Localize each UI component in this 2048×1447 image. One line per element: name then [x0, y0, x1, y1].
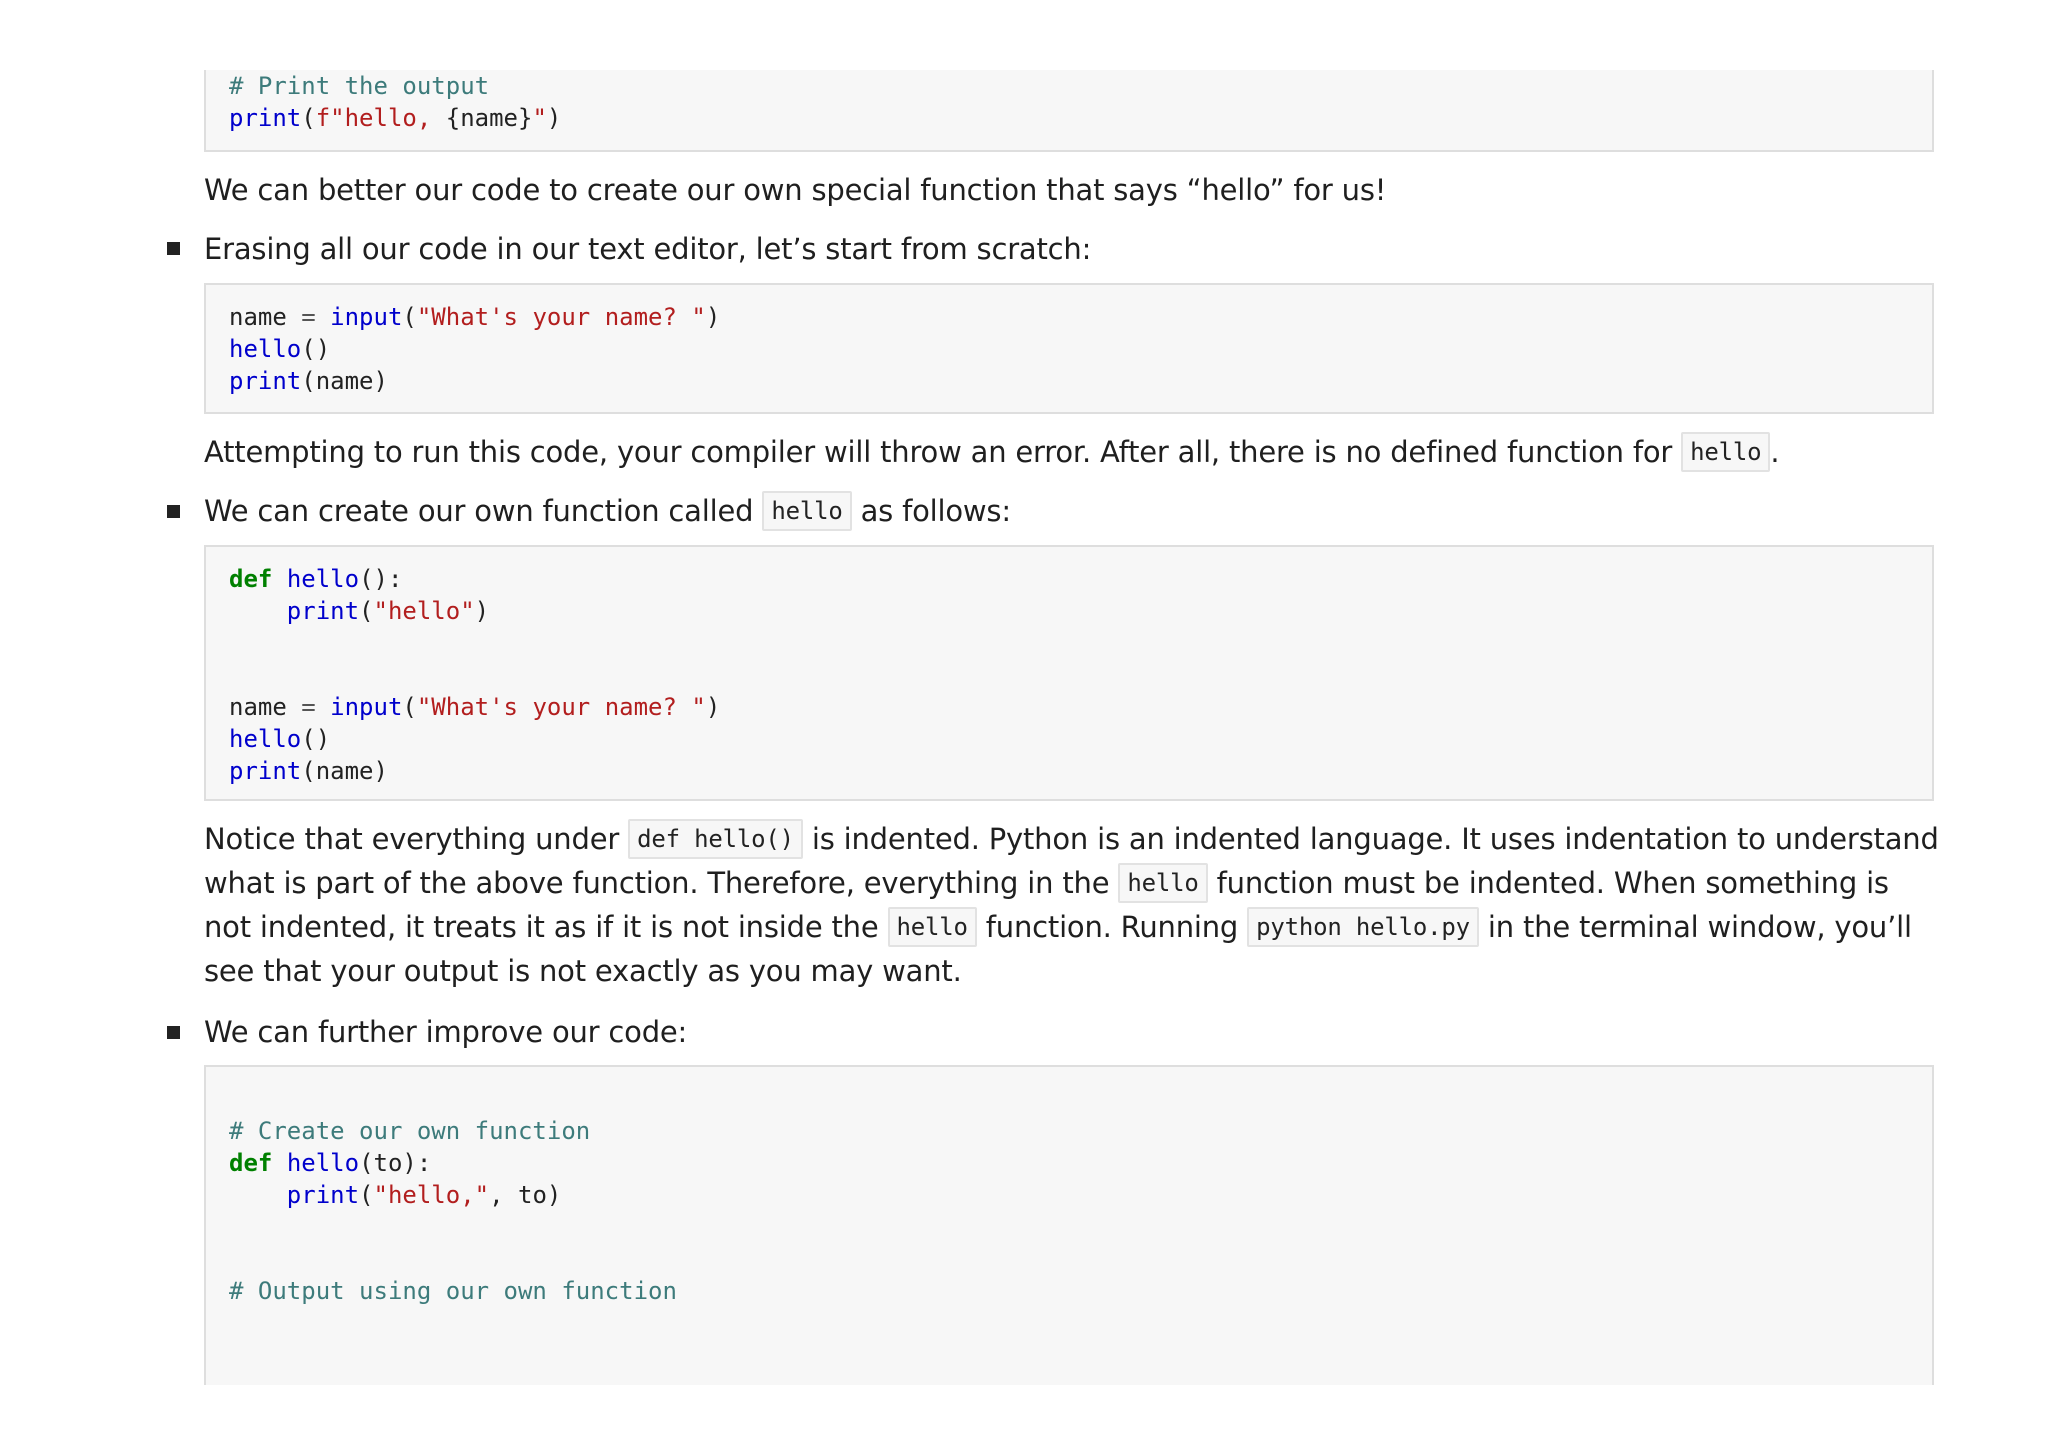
attempt-text-after: .: [1770, 435, 1780, 469]
notice-text-4: function. Running: [976, 910, 1248, 944]
code-token-comment: # Output using our own function: [229, 1277, 677, 1305]
code-token-plain: (name): [301, 367, 388, 395]
code-token-plain: (): [301, 725, 331, 753]
code-token-plain: (: [359, 597, 374, 625]
code-token-keyword: def: [229, 565, 273, 593]
code-token-func: hello: [286, 1149, 360, 1177]
code-token-string: "hello": [373, 597, 475, 625]
create-text-after: as follows:: [851, 494, 1012, 528]
code-token-op: =: [301, 303, 316, 331]
paragraph-better-code: We can better our code to create our own…: [204, 173, 1387, 207]
code-token-string: "hello,": [373, 1181, 490, 1209]
code-line: def hello(to):: [229, 1147, 1932, 1179]
code-token-plain: name: [229, 303, 302, 331]
code-line: print("hello"): [229, 595, 1932, 627]
notes-page: # Print the output print(f"hello, {name}"…: [0, 0, 2048, 1447]
code-line: name = input("What's your name? "): [229, 301, 1932, 333]
code-token-plain: (: [301, 104, 316, 132]
code-token-comment: # Print the output: [229, 72, 490, 100]
inline-code-hello: hello: [1118, 863, 1208, 903]
code-token-plain: , to): [489, 1181, 562, 1209]
code-token-builtin: print: [286, 597, 360, 625]
code-token-string: "What's your name? ": [416, 693, 706, 721]
code-line: # Create our own function: [229, 1115, 1932, 1147]
code-token-builtin: print: [229, 367, 302, 395]
code-token-plain: (: [402, 303, 417, 331]
code-block-scratch[interactable]: name = input("What's your name? ") hello(…: [204, 283, 1934, 414]
square-bullet-icon: [167, 505, 180, 518]
bullet-create-function: We can create our own function called he…: [204, 489, 1011, 533]
code-line: # Print the output: [229, 70, 1932, 102]
code-token-builtin: print: [286, 1181, 360, 1209]
code-token-builtin: input: [330, 693, 403, 721]
code-token-string: "What's your name? ": [416, 303, 706, 331]
code-token-plain: ): [546, 104, 562, 132]
code-token-plain: (name): [301, 757, 388, 785]
code-token-string: ": [532, 104, 547, 132]
code-token-plain: (: [402, 693, 417, 721]
code-token-func: hello: [286, 565, 360, 593]
code-token-keyword: def: [229, 1149, 273, 1177]
paragraph-attempt-error: Attempting to run this code, your compil…: [204, 430, 1944, 474]
attempt-text-before: Attempting to run this code, your compil…: [204, 435, 1682, 469]
code-block-def-hello[interactable]: def hello(): print("hello") name = input(…: [204, 545, 1934, 801]
code-line: # Output using our own function: [229, 1275, 1932, 1307]
code-token-builtin: input: [330, 303, 403, 331]
code-line: print(f"hello, {name}"): [229, 102, 1932, 134]
code-line: print("hello,", to): [229, 1179, 1932, 1211]
code-token-plain: ():: [359, 565, 403, 593]
code-token-func: hello: [229, 725, 302, 753]
inline-code-def-hello: def hello(): [628, 819, 803, 859]
code-token-plain: (to):: [359, 1149, 432, 1177]
code-token-func: hello: [229, 335, 302, 363]
code-token-plain: ): [705, 693, 721, 721]
code-token-comment: # Create our own function: [229, 1117, 591, 1145]
bullet-erasing-code: Erasing all our code in our text editor,…: [204, 232, 1092, 266]
code-line: print(name): [229, 365, 1932, 397]
code-token-plain: ): [474, 597, 490, 625]
code-token-builtin: print: [229, 757, 302, 785]
code-block-print-output[interactable]: # Print the output print(f"hello, {name}"…: [204, 70, 1934, 152]
square-bullet-icon: [167, 1026, 180, 1039]
code-token-builtin: print: [229, 104, 302, 132]
code-token-plain: (): [301, 335, 331, 363]
square-bullet-icon: [167, 242, 180, 255]
code-line: hello(): [229, 333, 1932, 365]
paragraph-indentation-notice: Notice that everything under def hello()…: [204, 817, 1944, 993]
code-token-op: =: [301, 693, 316, 721]
inline-code-hello: hello: [762, 491, 852, 531]
inline-code-hello: hello: [1681, 432, 1771, 472]
code-line: name = input("What's your name? "): [229, 691, 1932, 723]
inline-code-hello: hello: [887, 907, 977, 947]
code-token-plain: {name}: [445, 104, 533, 132]
bullet-improve-code: We can further improve our code:: [204, 1015, 688, 1049]
create-text-before: We can create our own function called: [204, 494, 763, 528]
code-block-improved-function[interactable]: # Create our own function def hello(to): …: [204, 1065, 1934, 1385]
code-line: print(name): [229, 755, 1932, 787]
notice-text-1: Notice that everything under: [204, 822, 629, 856]
code-token-plain: ): [705, 303, 721, 331]
code-token-string: f"hello,: [315, 104, 446, 132]
code-token-plain: name: [229, 693, 302, 721]
code-token-plain: (: [359, 1181, 374, 1209]
code-line: def hello():: [229, 563, 1932, 595]
code-line: hello(): [229, 723, 1932, 755]
inline-code-python-hello-py: python hello.py: [1247, 907, 1479, 947]
